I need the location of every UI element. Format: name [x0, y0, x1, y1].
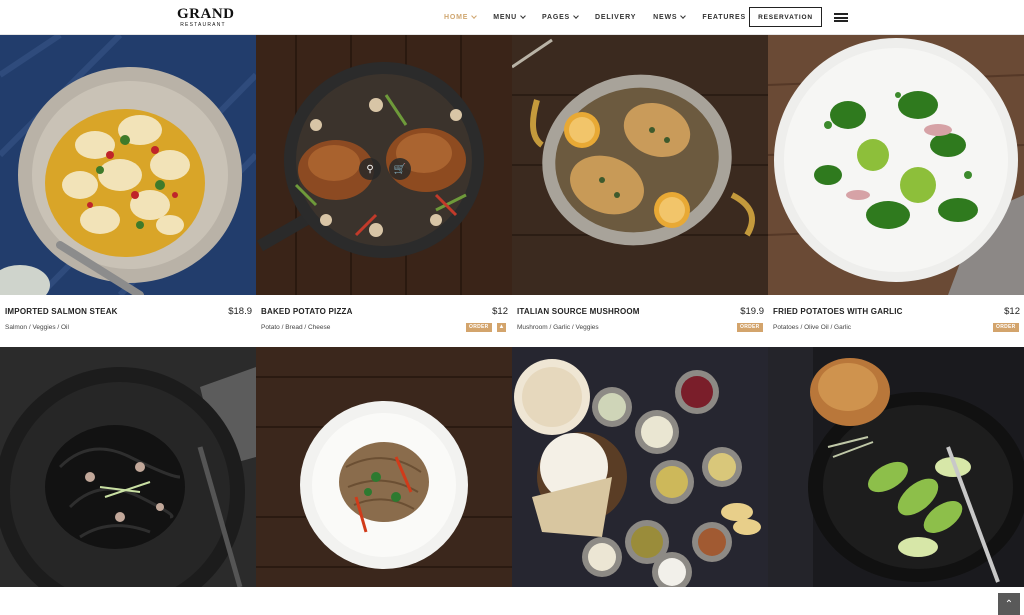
search-icon[interactable]: ⚲ — [359, 158, 381, 180]
nav-item-menu[interactable]: MENU — [493, 12, 526, 22]
food-image-chicken-avocado[interactable] — [768, 347, 1024, 587]
reservation-button[interactable]: RESERVATION — [749, 7, 822, 27]
menu-item-name[interactable]: IMPORTED SALMON STEAK — [5, 307, 118, 316]
nav-item-news[interactable]: NEWS — [653, 12, 687, 22]
nav-item-pages[interactable]: PAGES — [542, 12, 579, 22]
nav-item-home[interactable]: HOME — [444, 12, 478, 22]
menu-item-price: $18.9 — [228, 306, 252, 317]
main-nav: HOME MENU PAGES DELIVERY NEWS FEATURES — [444, 12, 771, 22]
food-image-salmon-steak[interactable] — [0, 35, 256, 295]
hamburger-icon[interactable] — [834, 13, 848, 22]
menu-item-card: FRIED POTATOES WITH GARLIC $12 Potatoes … — [768, 295, 1024, 347]
menu-item-name[interactable]: ITALIAN SOURCE MUSHROOM — [517, 307, 640, 316]
menu-item-name[interactable]: FRIED POTATOES WITH GARLIC — [773, 307, 903, 316]
site-header: GRAND RESTAURANT HOME MENU PAGES DELIVER… — [0, 0, 1024, 35]
food-image-fried-potatoes[interactable] — [768, 35, 1024, 295]
logo-name: GRAND — [177, 6, 235, 22]
chevron-down-icon — [573, 13, 579, 19]
chevron-up-icon[interactable]: ⌃ — [998, 593, 1020, 615]
menu-item-name[interactable]: BAKED POTATO PIZZA — [261, 307, 353, 316]
menu-item-card: IMPORTED SALMON STEAK $18.9 Salmon / Veg… — [0, 295, 256, 347]
food-image-source-mushroom[interactable] — [512, 35, 768, 295]
order-button[interactable]: ORDER — [737, 323, 763, 332]
cart-icon[interactable]: 🛒 — [389, 158, 411, 180]
food-image-tortilla-dips[interactable] — [512, 347, 768, 587]
nav-item-delivery[interactable]: DELIVERY — [595, 12, 636, 22]
food-image-soba-noodles[interactable] — [256, 347, 512, 587]
chevron-down-icon — [471, 13, 478, 19]
food-image-squid-ink-pasta[interactable] — [0, 347, 256, 587]
order-button[interactable]: ORDER — [466, 323, 492, 332]
order-button[interactable]: ORDER — [993, 323, 1019, 332]
menu-item-tags: Salmon / Veggies / Oil — [5, 324, 69, 331]
menu-item-tags: Mushroom / Garlic / Veggies — [517, 324, 599, 331]
chevron-down-icon — [680, 13, 687, 19]
menu-item-card: ITALIAN SOURCE MUSHROOM $19.9 Mushroom /… — [512, 295, 768, 347]
food-image-potato-pizza[interactable]: ⚲ 🛒 — [256, 35, 512, 295]
menu-item-tags: Potato / Bread / Cheese — [261, 324, 331, 331]
menu-item-price: $19.9 — [740, 306, 764, 317]
chevron-down-icon — [520, 13, 526, 19]
menu-item-price: $12 — [492, 306, 508, 317]
menu-item-card: BAKED POTATO PIZZA $12 Potato / Bread / … — [256, 295, 512, 347]
logo-tagline: RESTAURANT — [180, 22, 226, 28]
cart-icon[interactable]: ▲ — [497, 323, 506, 332]
menu-item-tags: Potatoes / Olive Oil / Garlic — [773, 324, 852, 331]
nav-item-features[interactable]: FEATURES — [702, 12, 755, 22]
menu-item-price: $12 — [1004, 306, 1020, 317]
site-logo[interactable]: GRAND RESTAURANT — [177, 6, 235, 29]
